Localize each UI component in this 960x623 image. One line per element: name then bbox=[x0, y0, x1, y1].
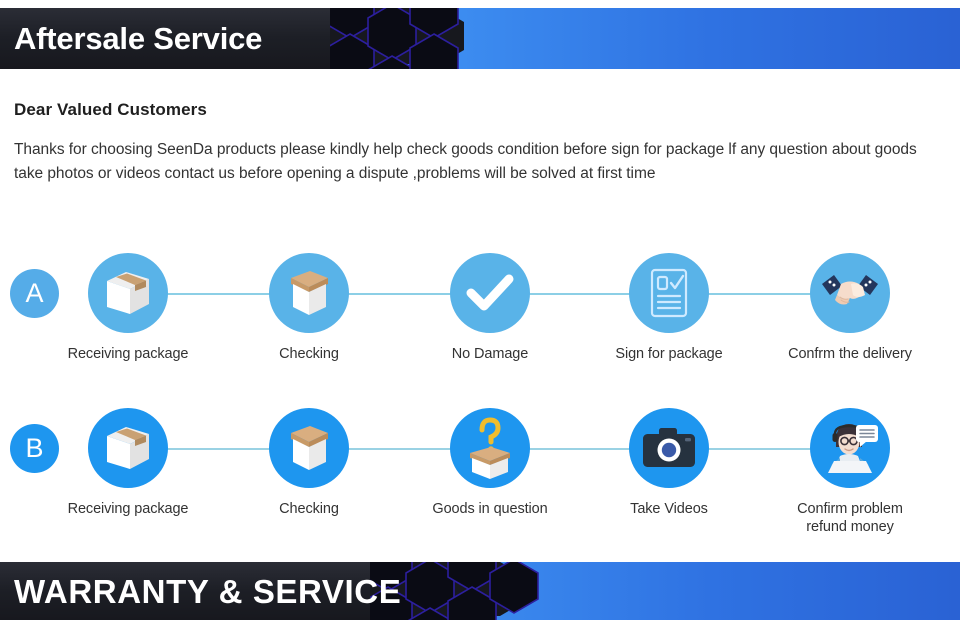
closed-box-icon bbox=[88, 408, 168, 488]
footer-title: WARRANTY & SERVICE bbox=[14, 573, 402, 610]
flow-step-label: Checking bbox=[279, 501, 339, 517]
flow-step-sign-for-package-a[interactable]: Sign for package bbox=[584, 245, 754, 364]
flow-step-label: Receiving package bbox=[67, 501, 189, 517]
intro-section: Dear Valued Customers Thanks for choosin… bbox=[14, 100, 944, 186]
open-box-icon bbox=[269, 253, 349, 333]
flow-step-label: Receiving package bbox=[67, 346, 189, 362]
support-agent-icon bbox=[810, 408, 890, 488]
flow-step-confirm-problem-refund-b[interactable]: Confirm problem refund money bbox=[765, 400, 935, 536]
camera-icon bbox=[629, 408, 709, 488]
footer-banner: WARRANTY & SERVICE bbox=[0, 562, 960, 620]
flow-step-label: Sign for package bbox=[615, 346, 723, 362]
open-box-icon bbox=[269, 408, 349, 488]
flow-step-checking-b[interactable]: Checking bbox=[224, 400, 394, 519]
checkmark-icon bbox=[450, 253, 530, 333]
flow-step-label: Confirm problem refund money bbox=[797, 501, 903, 535]
intro-heading: Dear Valued Customers bbox=[14, 100, 207, 119]
header-banner: Aftersale Service bbox=[0, 8, 960, 69]
flow-step-receiving-package-b[interactable]: Receiving package bbox=[43, 400, 213, 519]
flow-step-take-videos-b[interactable]: Take Videos bbox=[584, 400, 754, 519]
flow-row-a: A Receiving package Checking No Damage S… bbox=[0, 245, 960, 395]
flow-step-label: Confrm the delivery bbox=[788, 346, 912, 362]
flow-step-confirm-delivery-a[interactable]: Confrm the delivery bbox=[765, 245, 935, 364]
handshake-icon bbox=[810, 253, 890, 333]
closed-box-icon bbox=[88, 253, 168, 333]
header-title: Aftersale Service bbox=[14, 21, 263, 56]
flow-step-goods-in-question-b[interactable]: Goods in question bbox=[405, 400, 575, 519]
flow-step-label: Goods in question bbox=[432, 501, 548, 517]
intro-body: Thanks for choosing SeenDa products plea… bbox=[14, 141, 917, 183]
flow-step-receiving-package-a[interactable]: Receiving package bbox=[43, 245, 213, 364]
flow-step-no-damage-a[interactable]: No Damage bbox=[405, 245, 575, 364]
flow-step-label: Take Videos bbox=[630, 501, 708, 517]
flow-step-label: Checking bbox=[279, 346, 339, 362]
flow-step-label: No Damage bbox=[451, 346, 529, 362]
flow-row-b: B Receiving package Checking Goods in qu… bbox=[0, 400, 960, 550]
flow-step-checking-a[interactable]: Checking bbox=[224, 245, 394, 364]
question-box-icon bbox=[450, 408, 530, 488]
signed-document-icon bbox=[629, 253, 709, 333]
